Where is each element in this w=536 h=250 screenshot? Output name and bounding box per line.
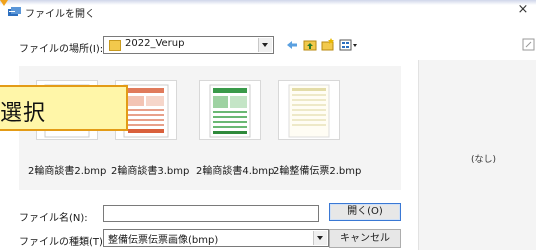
filetype-value: 整備伝票伝票画像(bmp) bbox=[108, 235, 219, 246]
document-thumbnail-icon bbox=[209, 84, 251, 138]
document-thumbnail-icon bbox=[288, 84, 330, 138]
location-label: ファイルの場所(I): bbox=[19, 44, 104, 55]
file-name-3[interactable]: 2輪商談書4.bmp bbox=[196, 162, 274, 177]
open-dialog-icon bbox=[8, 7, 21, 16]
callout-text: 選択 bbox=[0, 101, 47, 126]
file-name-4[interactable]: 2輪整備伝票2.bmp bbox=[273, 162, 361, 177]
chevron-down-icon[interactable] bbox=[313, 231, 327, 245]
view-menu-icon[interactable] bbox=[339, 38, 359, 52]
desktop-shortcut-icon[interactable] bbox=[522, 38, 536, 52]
preview-empty-text: (なし) bbox=[471, 155, 497, 165]
filetype-label: ファイルの種類(T): bbox=[19, 237, 107, 248]
file-name-2[interactable]: 2輪商談書3.bmp bbox=[111, 162, 189, 177]
chevron-down-icon[interactable] bbox=[258, 38, 272, 52]
location-combo[interactable]: 2022_Verup bbox=[103, 36, 274, 54]
filetype-combo[interactable]: 整備伝票伝票画像(bmp) bbox=[103, 229, 329, 247]
thumbnail-4[interactable] bbox=[278, 80, 340, 140]
back-arrow-icon[interactable] bbox=[285, 38, 299, 52]
location-value: 2022_Verup bbox=[125, 38, 185, 49]
dialog-title: ファイルを開く bbox=[25, 9, 95, 20]
title-bar: ファイルを開く × bbox=[0, 3, 536, 20]
filename-input[interactable] bbox=[103, 205, 319, 222]
close-button[interactable]: × bbox=[516, 3, 530, 17]
open-button[interactable]: 開く(O) bbox=[329, 203, 401, 221]
file-name-1[interactable]: 2輪商談書2.bmp bbox=[28, 162, 106, 177]
thumbnail-3[interactable] bbox=[199, 80, 261, 140]
filename-label: ファイル名(N): bbox=[19, 213, 88, 224]
folder-icon bbox=[109, 40, 121, 51]
open-file-dialog: ファイルを開く × ファイルの場所(I): 2022_Verup 2輪商談書2.… bbox=[0, 0, 536, 250]
new-folder-icon[interactable] bbox=[321, 38, 335, 52]
cancel-button[interactable]: キャンセル bbox=[329, 229, 401, 248]
preview-pane: (なし) bbox=[418, 60, 536, 250]
annotation-callout: 選択 bbox=[0, 85, 128, 131]
up-folder-icon[interactable] bbox=[303, 38, 317, 52]
